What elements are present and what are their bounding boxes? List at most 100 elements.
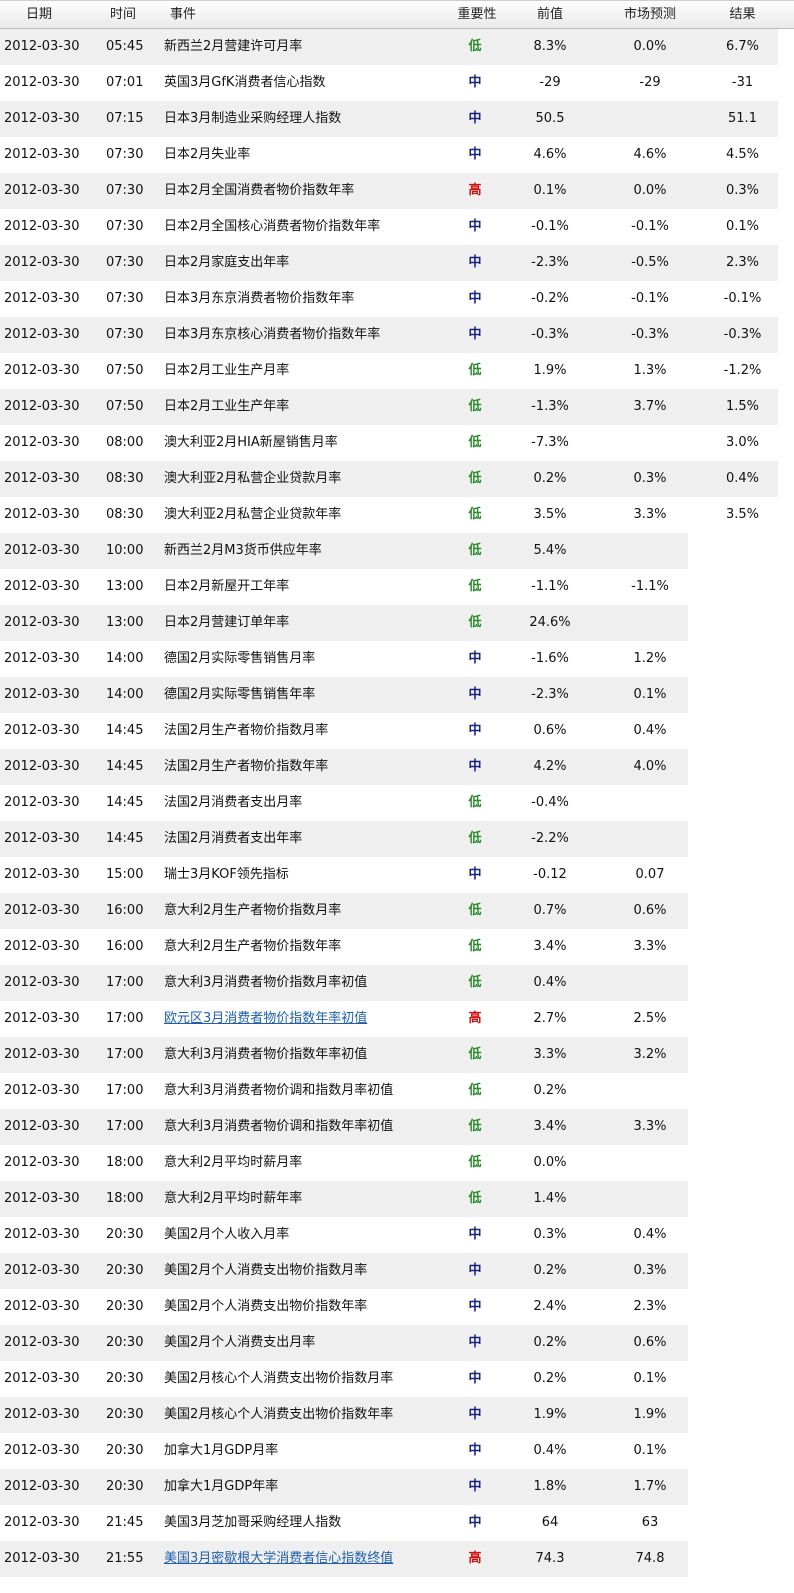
- table-row: 2012-03-30 18:00 意大利2月平均时薪月率 低 0.0%: [0, 1145, 794, 1181]
- cell-importance: 低: [468, 975, 482, 990]
- cell-forecast: -0.3%: [631, 327, 669, 342]
- cell-actual: [705, 965, 780, 1001]
- cell-previous: 0.4%: [533, 975, 567, 990]
- cell-event: 英国3月GfK消费者信心指数: [164, 75, 326, 90]
- cell-forecast: 63: [641, 1515, 659, 1530]
- cell-actual: [705, 785, 780, 821]
- cell-forecast: 2.3%: [633, 1299, 667, 1314]
- cell-time: 07:30: [106, 219, 144, 234]
- table-row: 2012-03-30 15:00 瑞士3月KOF领先指标 中 -0.12 0.07: [0, 857, 794, 893]
- event-link[interactable]: 欧元区3月消费者物价指数年率初值: [164, 1011, 367, 1026]
- cell-actual: [705, 1325, 780, 1361]
- table-row: 2012-03-30 20:30 美国2月个人消费支出月率 中 0.2% 0.6%: [0, 1325, 794, 1361]
- cell-importance: 低: [468, 435, 482, 450]
- table-row: 2012-03-30 20:30 加拿大1月GDP年率 中 1.8% 1.7%: [0, 1469, 794, 1505]
- cell-date: 2012-03-30: [4, 1443, 80, 1458]
- cell-event: 美国3月芝加哥采购经理人指数: [164, 1515, 342, 1530]
- cell-date: 2012-03-30: [4, 111, 80, 126]
- cell-importance: 低: [468, 1119, 482, 1134]
- cell-date: 2012-03-30: [4, 1083, 80, 1098]
- cell-previous: -1.3%: [531, 399, 569, 414]
- cell-event: 日本3月制造业采购经理人指数: [164, 111, 342, 126]
- cell-event: 澳大利亚2月HIA新屋销售月率: [164, 435, 338, 450]
- cell-importance: 中: [468, 1263, 482, 1278]
- cell-previous: -1.1%: [531, 579, 569, 594]
- cell-actual: [705, 1469, 780, 1505]
- cell-time: 10:00: [106, 543, 144, 558]
- event-link[interactable]: 美国3月密歇根大学消费者信心指数终值: [164, 1551, 393, 1566]
- cell-date: 2012-03-30: [4, 1263, 80, 1278]
- cell-actual: [705, 1217, 780, 1253]
- header-previous: 前值: [536, 7, 563, 22]
- cell-date: 2012-03-30: [4, 1371, 80, 1386]
- cell-event: 美国2月个人消费支出物价指数年率: [164, 1299, 368, 1314]
- table-row: 2012-03-30 10:00 新西兰2月M3货币供应年率 低 5.4%: [0, 533, 794, 569]
- cell-actual: [705, 749, 780, 785]
- cell-previous: 50.5: [535, 111, 565, 126]
- cell-forecast: 0.4%: [633, 723, 667, 738]
- table-row: 2012-03-30 08:00 澳大利亚2月HIA新屋销售月率 低 -7.3% 3.0%: [0, 425, 794, 461]
- cell-time: 20:30: [106, 1227, 144, 1242]
- cell-time: 21:45: [106, 1515, 144, 1530]
- cell-forecast: 3.3%: [633, 939, 667, 954]
- cell-importance: 中: [468, 723, 482, 738]
- cell-event: 日本2月失业率: [164, 147, 251, 162]
- table-row: 2012-03-30 14:00 德国2月实际零售销售年率 中 -2.3% 0.1%: [0, 677, 794, 713]
- cell-actual: 3.0%: [725, 435, 760, 450]
- cell-importance: 低: [468, 615, 482, 630]
- cell-date: 2012-03-30: [4, 1479, 80, 1494]
- cell-actual: [705, 929, 780, 965]
- cell-event: 瑞士3月KOF领先指标: [164, 867, 289, 882]
- cell-time: 16:00: [106, 939, 144, 954]
- cell-importance: 中: [468, 1515, 482, 1530]
- table-row: 2012-03-30 20:30 美国2月个人消费支出物价指数年率 中 2.4% 2.3%: [0, 1289, 794, 1325]
- cell-event: 日本2月新屋开工年率: [164, 579, 290, 594]
- cell-forecast: -0.1%: [631, 219, 669, 234]
- cell-event: 美国2月个人收入月率: [164, 1227, 290, 1242]
- cell-date: 2012-03-30: [4, 255, 80, 270]
- table-row: 2012-03-30 21:45 美国3月芝加哥采购经理人指数 中 64 63: [0, 1505, 794, 1541]
- cell-event: 日本2月工业生产月率: [164, 363, 290, 378]
- cell-previous: 0.2%: [533, 1263, 567, 1278]
- cell-date: 2012-03-30: [4, 39, 80, 54]
- header-forecast: 市场预测: [623, 7, 676, 22]
- cell-date: 2012-03-30: [4, 75, 80, 90]
- table-row: 2012-03-30 08:30 澳大利亚2月私营企业贷款年率 低 3.5% 3.3% 3.…: [0, 497, 794, 533]
- cell-previous: 1.8%: [533, 1479, 567, 1494]
- cell-date: 2012-03-30: [4, 831, 80, 846]
- table-row: 2012-03-30 17:00 意大利3月消费者物价指数年率初值 低 3.3% 3.2%: [0, 1037, 794, 1073]
- cell-previous: 2.4%: [533, 1299, 567, 1314]
- cell-previous: 0.1%: [533, 183, 567, 198]
- table-row: 2012-03-30 07:50 日本2月工业生产月率 低 1.9% 1.3% -1.2%: [0, 353, 794, 389]
- cell-date: 2012-03-30: [4, 759, 80, 774]
- cell-importance: 低: [468, 939, 482, 954]
- cell-actual: [705, 1397, 780, 1433]
- cell-date: 2012-03-30: [4, 1191, 80, 1206]
- cell-previous: -0.2%: [531, 291, 569, 306]
- cell-time: 05:45: [106, 39, 144, 54]
- cell-time: 20:30: [106, 1371, 144, 1386]
- cell-previous: 2.7%: [533, 1011, 567, 1026]
- cell-event: 意大利2月生产者物价指数月率: [164, 903, 342, 918]
- cell-previous: 0.2%: [533, 1335, 567, 1350]
- cell-time: 07:50: [106, 363, 144, 378]
- cell-actual: 6.7%: [725, 39, 760, 54]
- economic-calendar-table: 日期 时间 事件 重要性 前值 市场预测 结果 2012-03-30 05:45 新…: [0, 0, 794, 1577]
- cell-actual: [705, 1109, 780, 1145]
- cell-importance: 低: [468, 471, 482, 486]
- cell-event: 日本3月东京消费者物价指数年率: [164, 291, 355, 306]
- cell-forecast: -29: [639, 75, 661, 90]
- table-row: 2012-03-30 18:00 意大利2月平均时薪年率 低 1.4%: [0, 1181, 794, 1217]
- cell-importance: 中: [468, 1227, 482, 1242]
- cell-previous: 3.3%: [533, 1047, 567, 1062]
- table-row: 2012-03-30 17:00 意大利3月消费者物价调和指数年率初值 低 3.4% 3.…: [0, 1109, 794, 1145]
- cell-previous: 0.2%: [533, 1083, 567, 1098]
- cell-forecast: 1.2%: [633, 651, 667, 666]
- cell-date: 2012-03-30: [4, 183, 80, 198]
- cell-importance: 低: [468, 831, 482, 846]
- cell-event: 美国3月密歇根大学消费者信心指数终值: [164, 1541, 454, 1577]
- cell-forecast: [610, 785, 690, 821]
- cell-previous: -1.6%: [531, 651, 569, 666]
- cell-forecast: 1.7%: [633, 1479, 667, 1494]
- cell-importance: 中: [468, 759, 482, 774]
